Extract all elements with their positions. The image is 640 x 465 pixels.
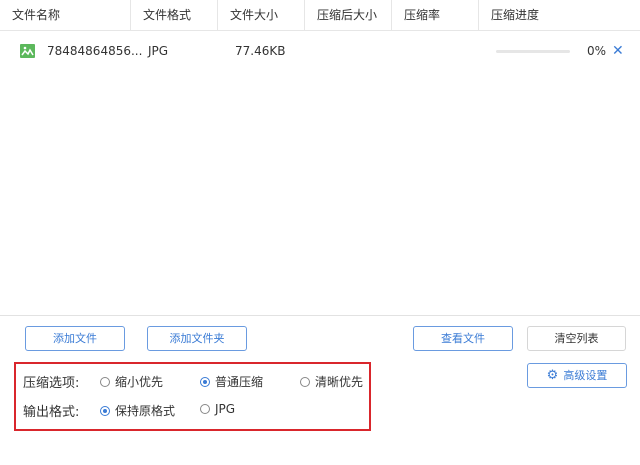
radio-circle (100, 405, 110, 416)
header-format: 文件格式 (131, 0, 218, 30)
file-name: 78484864856... (47, 44, 143, 58)
header-progress: 压缩进度 (491, 8, 540, 22)
progress-text: 0% (587, 44, 607, 58)
add-folder-button[interactable]: 添加文件夹 (147, 326, 247, 351)
gear-icon: ⚙ (546, 368, 559, 383)
radio-circle (200, 376, 210, 387)
progress-bar (496, 50, 570, 53)
radio-normal-compress[interactable]: 普通压缩 (200, 373, 263, 390)
remove-file-icon[interactable]: ✕ (612, 31, 624, 71)
image-file-icon (20, 44, 35, 58)
header-size: 文件大小 (218, 0, 305, 30)
radio-circle (200, 404, 210, 414)
radio-shrink-first[interactable]: 缩小优先 (100, 373, 163, 390)
options-panel: 压缩选项: 缩小优先 普通压缩 清晰优先 输出格式: 保持原格式 JPG (14, 362, 371, 431)
radio-jpg[interactable]: JPG (200, 402, 235, 416)
view-files-button[interactable]: 查看文件 (413, 326, 513, 351)
output-format-label: 输出格式: (23, 405, 80, 420)
clear-list-button[interactable]: 清空列表 (527, 326, 626, 351)
radio-circle (300, 376, 310, 387)
radio-clarity-first[interactable]: 清晰优先 (300, 373, 363, 390)
radio-label: 普通压缩 (215, 375, 264, 389)
radio-label: JPG (215, 402, 236, 416)
file-size: 77.46KB (235, 44, 286, 58)
advanced-settings-label: 高级设置 (563, 369, 608, 382)
radio-label: 缩小优先 (115, 375, 164, 389)
table-row[interactable]: 78484864856... JPG 77.46KB 0% ✕ (0, 31, 640, 71)
file-format: JPG (148, 44, 169, 58)
compress-options-label: 压缩选项: (23, 376, 80, 391)
radio-label: 清晰优先 (315, 375, 364, 389)
advanced-settings-button[interactable]: ⚙ 高级设置 (527, 363, 627, 388)
radio-label: 保持原格式 (115, 404, 176, 418)
radio-circle (100, 376, 110, 387)
table-header: 文件名称 文件格式 文件大小 压缩后大小 压缩率 压缩进度 (0, 0, 640, 31)
header-filename: 文件名称 (0, 0, 131, 30)
add-file-button[interactable]: 添加文件 (25, 326, 125, 351)
header-compressed-size: 压缩后大小 (305, 0, 392, 30)
radio-keep-format[interactable]: 保持原格式 (100, 402, 175, 419)
header-ratio: 压缩率 (392, 0, 479, 30)
file-table: 文件名称 文件格式 文件大小 压缩后大小 压缩率 压缩进度 7848486485… (0, 0, 640, 316)
